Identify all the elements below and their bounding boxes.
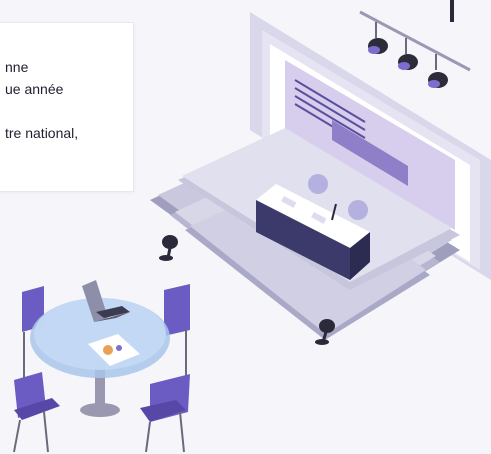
- camera-icon: [159, 235, 178, 261]
- meeting-table: [13, 280, 190, 453]
- spotlight-icon: [398, 38, 418, 70]
- pie-chart-icon: [103, 345, 113, 355]
- conference-illustration: [13, 10, 491, 453]
- chair: [13, 372, 60, 453]
- chair: [140, 374, 190, 453]
- spotlight-rail: [359, 10, 471, 88]
- spotlight-icon: [428, 54, 448, 88]
